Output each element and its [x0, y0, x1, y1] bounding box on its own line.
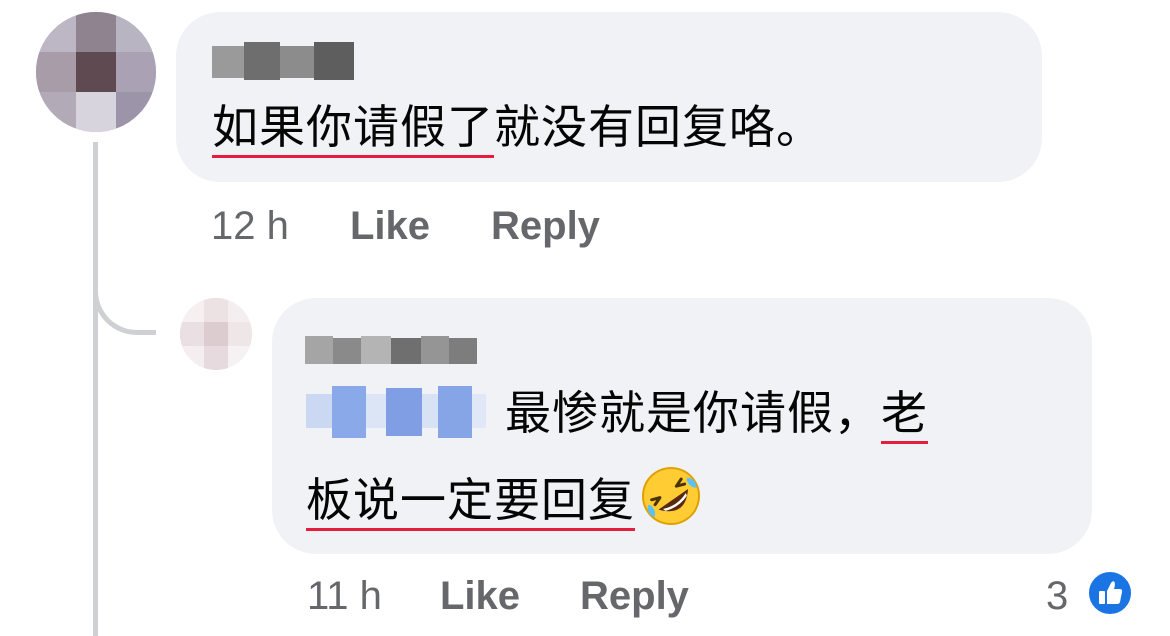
thread-line — [93, 142, 98, 636]
like-reaction-icon[interactable] — [1086, 569, 1134, 617]
like-button[interactable]: Like — [350, 204, 430, 249]
highlighted-text: 如果你请假了 — [212, 100, 494, 158]
comment-timestamp[interactable]: 12 h — [211, 204, 289, 249]
reply-text-line1: 最惨就是你请假，老 — [505, 382, 928, 444]
reply-text-line2: 板说一定要回复 — [306, 464, 703, 543]
reply-timestamp[interactable]: 11 h — [307, 574, 382, 619]
comment-text: 如果你请假了就没有回复咯。 — [212, 96, 823, 158]
reply-button[interactable]: Reply — [491, 204, 600, 249]
highlighted-text: 老 — [881, 386, 928, 444]
like-button[interactable]: Like — [440, 574, 520, 619]
reply-connector — [93, 280, 156, 335]
highlighted-text: 板说一定要回复 — [306, 473, 635, 531]
commenter-name[interactable] — [212, 42, 354, 80]
mention-tag[interactable] — [306, 384, 486, 440]
rolling-on-floor-laughing-icon — [639, 464, 703, 543]
reply-button[interactable]: Reply — [580, 574, 689, 619]
reaction-count[interactable]: 3 — [1046, 574, 1068, 619]
comment-text-rest: 就没有回复咯。 — [494, 100, 823, 154]
commenter-name[interactable] — [305, 330, 477, 368]
avatar[interactable] — [180, 298, 252, 370]
avatar[interactable] — [36, 12, 156, 132]
reply-text: 最惨就是你请假， — [505, 386, 881, 440]
